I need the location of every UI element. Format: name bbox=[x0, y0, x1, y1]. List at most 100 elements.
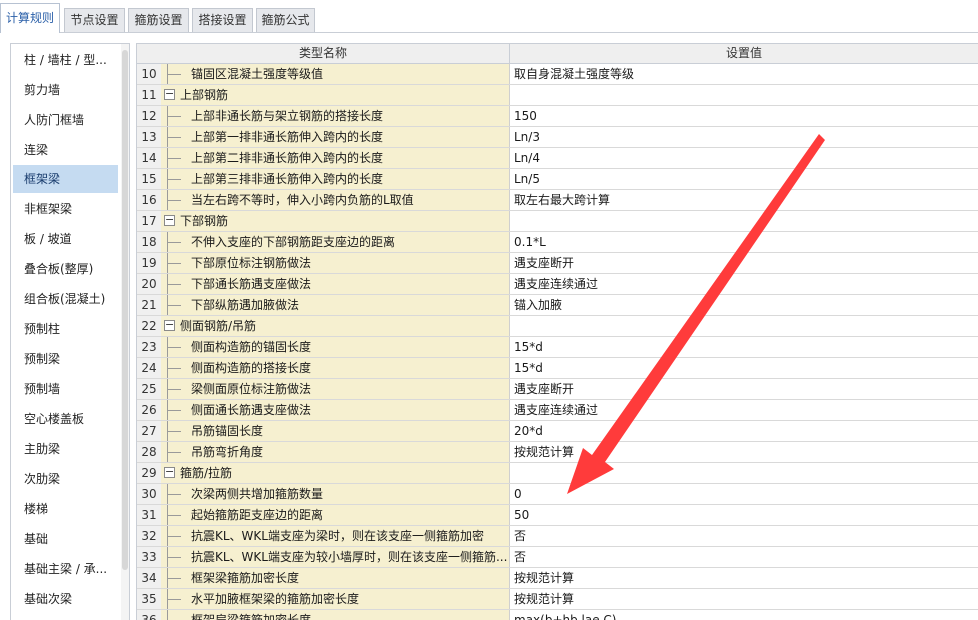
setting-value-cell[interactable]: max(b+hb,lae,C) bbox=[510, 610, 978, 620]
tab-splice-settings[interactable]: 搭接设置 bbox=[192, 8, 253, 32]
sidebar-item-composite-slab-concrete[interactable]: 组合板(混凝土) bbox=[13, 285, 118, 313]
tab-stirrup-formula[interactable]: 箍筋公式 bbox=[256, 8, 315, 32]
setting-value-cell[interactable]: 遇支座连续通过 bbox=[510, 400, 978, 420]
sidebar-item-main-rib-beam[interactable]: 主肋梁 bbox=[13, 435, 118, 463]
tab-stirrup-settings[interactable]: 箍筋设置 bbox=[128, 8, 189, 32]
setting-value-cell[interactable] bbox=[510, 211, 978, 231]
setting-value-cell[interactable]: 按规范计算 bbox=[510, 589, 978, 609]
sidebar-item-foundation-main-beam[interactable]: 基础主梁 / 承... bbox=[13, 555, 118, 583]
table-row[interactable]: 18 不伸入支座的下部钢筋距支座边的距离 0.1*L bbox=[137, 232, 978, 253]
sidebar-item-foundation[interactable]: 基础 bbox=[13, 525, 118, 553]
tab-node-settings[interactable]: 节点设置 bbox=[64, 8, 125, 32]
table-row[interactable]: 12 上部非通长筋与架立钢筋的搭接长度 150 bbox=[137, 106, 978, 127]
table-row[interactable]: 15 上部第三排非通长筋伸入跨内的长度 Ln/5 bbox=[137, 169, 978, 190]
table-row[interactable]: 33 抗震KL、WKL端支座为较小墙厚时，则在该支座一侧箍筋... 否 bbox=[137, 547, 978, 568]
setting-value-cell[interactable] bbox=[510, 316, 978, 336]
sidebar-item-coupling-beam[interactable]: 连梁 bbox=[13, 136, 118, 164]
row-number: 36 bbox=[137, 610, 162, 620]
setting-value-cell[interactable]: 0.1*L bbox=[510, 232, 978, 252]
sidebar-item-shear-wall[interactable]: 剪力墙 bbox=[13, 76, 118, 104]
sidebar-item-civil-defense-door-wall[interactable]: 人防门框墙 bbox=[13, 106, 118, 134]
tree-connector-dash bbox=[167, 179, 181, 180]
sidebar-item-slab-ramp[interactable]: 板 / 坡道 bbox=[13, 225, 118, 253]
table-row[interactable]: 32 抗震KL、WKL端支座为梁时，则在该支座一侧箍筋加密 否 bbox=[137, 526, 978, 547]
sidebar-item-frame-beam[interactable]: 框架梁 bbox=[13, 165, 118, 193]
sidebar-item-precast-column[interactable]: 预制柱 bbox=[13, 315, 118, 343]
setting-value-cell[interactable]: 150 bbox=[510, 106, 978, 126]
table-row[interactable]: 28 吊筋弯折角度 按规范计算 bbox=[137, 442, 978, 463]
setting-name: 次梁两侧共增加箍筋数量 bbox=[191, 487, 324, 501]
sidebar-item-secondary-rib-beam[interactable]: 次肋梁 bbox=[13, 465, 118, 493]
table-row[interactable]: 25 梁侧面原位标注筋做法 遇支座断开 bbox=[137, 379, 978, 400]
table-row[interactable]: 23 侧面构造筋的锚固长度 15*d bbox=[137, 337, 978, 358]
setting-value-cell[interactable]: 锚入加腋 bbox=[510, 295, 978, 315]
setting-value-cell[interactable]: 否 bbox=[510, 526, 978, 546]
setting-value-cell[interactable]: 遇支座断开 bbox=[510, 379, 978, 399]
table-row[interactable]: 30 次梁两侧共增加箍筋数量 0 bbox=[137, 484, 978, 505]
table-row[interactable]: 16 当左右跨不等时，伸入小跨内负筋的L取值 取左右最大跨计算 bbox=[137, 190, 978, 211]
setting-value-cell[interactable]: 遇支座连续通过 bbox=[510, 274, 978, 294]
row-number: 26 bbox=[137, 400, 162, 420]
setting-value-cell[interactable]: Ln/4 bbox=[510, 148, 978, 168]
setting-value-cell[interactable]: 按规范计算 bbox=[510, 568, 978, 588]
sidebar-item-composite-slab-full[interactable]: 叠合板(整厚) bbox=[13, 255, 118, 283]
setting-value-cell[interactable]: 取左右最大跨计算 bbox=[510, 190, 978, 210]
setting-value-cell[interactable]: 遇支座断开 bbox=[510, 253, 978, 273]
setting-value-cell[interactable]: 取自身混凝土强度等级 bbox=[510, 64, 978, 84]
setting-name: 水平加腋框架梁的箍筋加密长度 bbox=[191, 592, 360, 606]
sidebar-item-hollow-floor-slab[interactable]: 空心楼盖板 bbox=[13, 405, 118, 433]
setting-value-cell[interactable]: 0 bbox=[510, 484, 978, 504]
tab-calculation-rules[interactable]: 计算规则 bbox=[0, 3, 60, 33]
tree-connector-dash bbox=[167, 263, 181, 264]
sidebar-item-non-frame-beam[interactable]: 非框架梁 bbox=[13, 195, 118, 223]
setting-name: 框架扁梁箍筋加密长度 bbox=[191, 613, 312, 620]
row-number: 28 bbox=[137, 442, 162, 462]
table-group-row[interactable]: 11− 上部钢筋 bbox=[137, 85, 978, 106]
collapse-toggle-icon[interactable]: − bbox=[164, 88, 175, 100]
setting-name: 侧面构造筋的搭接长度 bbox=[191, 361, 312, 375]
sidebar-item-stairs[interactable]: 楼梯 bbox=[13, 495, 118, 523]
table-row[interactable]: 36 框架扁梁箍筋加密长度 max(b+hb,lae,C) bbox=[137, 610, 978, 620]
setting-value-cell[interactable]: 15*d bbox=[510, 337, 978, 357]
tree-connector-dash bbox=[167, 74, 181, 75]
tree-connector-dash bbox=[167, 578, 181, 579]
setting-value-cell[interactable]: Ln/5 bbox=[510, 169, 978, 189]
tree-connector-dash bbox=[167, 347, 181, 348]
row-number: 14 bbox=[137, 148, 162, 168]
table-row[interactable]: 34 框架梁箍筋加密长度 按规范计算 bbox=[137, 568, 978, 589]
table-row[interactable]: 10 锚固区混凝土强度等级值 取自身混凝土强度等级 bbox=[137, 64, 978, 85]
table-row[interactable]: 19 下部原位标注钢筋做法 遇支座断开 bbox=[137, 253, 978, 274]
sidebar-item-column[interactable]: 柱 / 墙柱 / 型... bbox=[13, 46, 118, 74]
setting-value-cell[interactable]: 20*d bbox=[510, 421, 978, 441]
table-row[interactable]: 21 下部纵筋遇加腋做法 锚入加腋 bbox=[137, 295, 978, 316]
setting-value-cell[interactable] bbox=[510, 85, 978, 105]
tree-connector-dash bbox=[167, 368, 181, 369]
setting-value-cell[interactable]: Ln/3 bbox=[510, 127, 978, 147]
sidebar-item-precast-wall[interactable]: 预制墙 bbox=[13, 375, 118, 403]
table-group-row[interactable]: 17− 下部钢筋 bbox=[137, 211, 978, 232]
table-row[interactable]: 26 侧面通长筋遇支座做法 遇支座连续通过 bbox=[137, 400, 978, 421]
table-row[interactable]: 24 侧面构造筋的搭接长度 15*d bbox=[137, 358, 978, 379]
setting-value-cell[interactable]: 按规范计算 bbox=[510, 442, 978, 462]
table-row[interactable]: 27 吊筋锚固长度 20*d bbox=[137, 421, 978, 442]
setting-value-cell[interactable]: 否 bbox=[510, 547, 978, 567]
table-group-row[interactable]: 29− 箍筋/拉筋 bbox=[137, 463, 978, 484]
row-number: 10 bbox=[137, 64, 162, 84]
table-row[interactable]: 13 上部第一排非通长筋伸入跨内的长度 Ln/3 bbox=[137, 127, 978, 148]
sidebar-item-foundation-secondary-beam[interactable]: 基础次梁 bbox=[13, 585, 118, 613]
setting-value-cell[interactable]: 50 bbox=[510, 505, 978, 525]
collapse-toggle-icon[interactable]: − bbox=[164, 319, 175, 331]
table-row[interactable]: 14 上部第二排非通长筋伸入跨内的长度 Ln/4 bbox=[137, 148, 978, 169]
setting-value-cell[interactable] bbox=[510, 463, 978, 483]
setting-value-cell[interactable]: 15*d bbox=[510, 358, 978, 378]
type-name-cell: − 上部钢筋 bbox=[161, 85, 510, 105]
table-group-row[interactable]: 22− 侧面钢筋/吊筋 bbox=[137, 316, 978, 337]
sidebar-scrollbar-thumb[interactable] bbox=[122, 50, 128, 570]
sidebar-item-precast-beam[interactable]: 预制梁 bbox=[13, 345, 118, 373]
table-row[interactable]: 20 下部通长筋遇支座做法 遇支座连续通过 bbox=[137, 274, 978, 295]
type-name-cell: 梁侧面原位标注筋做法 bbox=[161, 379, 510, 399]
collapse-toggle-icon[interactable]: − bbox=[164, 466, 175, 478]
table-row[interactable]: 31 起始箍筋距支座边的距离 50 bbox=[137, 505, 978, 526]
collapse-toggle-icon[interactable]: − bbox=[164, 214, 175, 226]
table-row[interactable]: 35 水平加腋框架梁的箍筋加密长度 按规范计算 bbox=[137, 589, 978, 610]
